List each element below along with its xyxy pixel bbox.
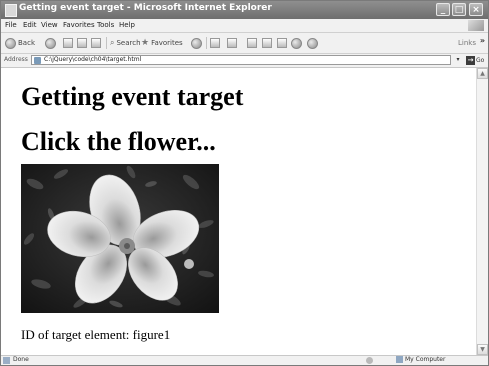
status-bar: Done My Computer [1,355,488,365]
mail-button[interactable] [227,37,237,49]
mail-icon [227,38,237,48]
security-icon [366,357,373,364]
links-label[interactable]: Links [458,39,476,47]
menu-edit[interactable]: Edit [23,21,37,29]
messenger-button[interactable] [291,37,302,49]
chevron-right-icon[interactable]: » [480,36,485,45]
title-bar[interactable]: Getting event target - Microsoft Interne… [1,1,488,19]
search-button[interactable]: ⌕ Search [110,37,141,49]
print-icon [247,38,257,48]
messenger-icon [291,37,302,49]
page-content: Getting event target Click the flower... [1,68,476,355]
stop-icon [63,38,73,48]
go-label: Go [476,57,485,64]
refresh-button[interactable] [77,37,87,49]
menu-view[interactable]: View [41,21,58,29]
flower-image[interactable] [21,164,219,313]
research-button[interactable] [307,37,318,49]
menu-file[interactable]: File [5,21,17,29]
instruction-heading: Click the flower... [21,127,216,156]
home-icon [91,38,101,48]
menu-tools[interactable]: Tools [97,21,114,29]
vertical-scrollbar[interactable]: ▲ ▼ [476,68,488,355]
stop-button[interactable] [63,37,73,49]
address-url: C:\jQuery\code\ch04\target.html [44,56,142,63]
media-icon [191,37,202,49]
zone-indicator: My Computer [396,356,445,363]
back-arrow-icon [5,37,16,49]
scroll-down-icon[interactable]: ▼ [477,344,488,355]
menu-help[interactable]: Help [119,21,135,29]
forward-arrow-icon [45,37,56,49]
star-icon: ★ [141,38,150,48]
zone-label: My Computer [405,356,446,363]
window-title: Getting event target - Microsoft Interne… [19,3,272,13]
toolbar: Back ⌕ Search ★ Favorites Links » [1,33,488,54]
status-text: Done [13,356,29,363]
page-icon [34,57,41,64]
address-label: Address [4,56,28,63]
windows-logo-icon [468,20,484,31]
edit-icon [262,38,272,48]
page-done-icon [3,357,10,364]
back-button[interactable]: Back [5,37,35,49]
history-icon [210,38,220,48]
refresh-icon [77,38,87,48]
target-element-result: ID of target element: figure1 [21,327,171,342]
search-icon: ⌕ [110,38,115,47]
history-button[interactable] [210,37,220,49]
home-button[interactable] [91,37,101,49]
address-bar: Address C:\jQuery\code\ch04\target.html … [1,54,488,68]
scroll-up-icon[interactable]: ▲ [477,68,488,79]
back-label: Back [18,39,35,47]
edit-button[interactable] [262,37,272,49]
toolbar-divider [106,37,107,49]
search-label: Search [116,39,141,47]
go-arrow-icon: → [466,56,475,65]
page-heading: Getting event target [21,82,244,111]
forward-button[interactable] [45,37,56,49]
print-button[interactable] [247,37,257,49]
favorites-label: Favorites [151,39,183,47]
ie-app-icon [5,4,17,17]
maximize-button[interactable]: □ [452,3,466,16]
minimize-button[interactable]: _ [436,3,450,16]
go-button[interactable]: → Go [466,55,486,66]
media-button[interactable] [191,37,202,49]
favorites-button[interactable]: ★ Favorites [141,37,183,49]
discuss-icon [277,38,287,48]
menu-favorites[interactable]: Favorites [63,21,95,29]
address-dropdown-icon[interactable]: ▾ [453,55,463,65]
browser-window: Getting event target - Microsoft Interne… [0,0,489,366]
discuss-button[interactable] [277,37,287,49]
menu-bar: File Edit View Favorites Tools Help [1,19,488,33]
computer-icon [396,356,403,363]
address-input[interactable]: C:\jQuery\code\ch04\target.html [31,55,451,65]
close-button[interactable]: × [469,3,483,16]
research-icon [307,37,318,49]
toolbar-divider [206,37,207,49]
